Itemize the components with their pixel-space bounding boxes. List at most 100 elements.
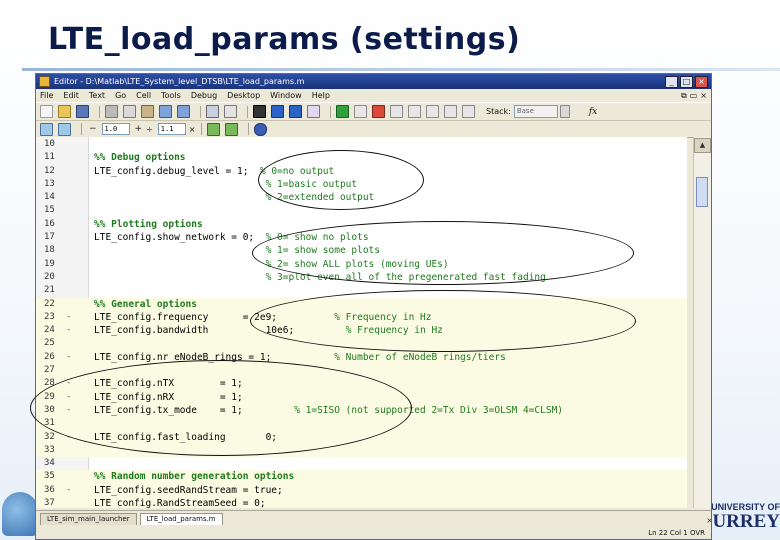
doc-close-icon[interactable]: ×: [700, 91, 707, 101]
redo-icon[interactable]: [177, 105, 190, 118]
cell-mode-icon[interactable]: [40, 122, 53, 136]
breakpoint-marker[interactable]: -: [66, 324, 71, 337]
code-line[interactable]: 21: [36, 284, 687, 297]
code-line[interactable]: 10: [36, 138, 687, 151]
go-forward-icon[interactable]: [271, 105, 284, 118]
line-number: 22: [44, 298, 55, 309]
breakpoint-marker[interactable]: -: [66, 431, 71, 444]
function-browser-label[interactable]: fx: [589, 107, 597, 117]
menu-cell[interactable]: Cell: [136, 91, 151, 100]
code-line[interactable]: 18 % 1= show some plots: [36, 244, 687, 257]
code-line[interactable]: 34: [36, 457, 687, 470]
function-browser-icon[interactable]: [307, 105, 320, 118]
code-comment: % 2=extended output: [265, 192, 375, 204]
go-back-icon[interactable]: [253, 105, 266, 118]
maximize-button[interactable]: □: [680, 75, 693, 88]
goto-icon[interactable]: [289, 105, 302, 118]
code-line[interactable]: 35 %% Random number generation options: [36, 470, 687, 484]
code-line[interactable]: 37 LTE_config.RandStreamSeed = 0;: [36, 497, 687, 508]
increment-value-field[interactable]: 1.1: [157, 123, 186, 135]
code-line[interactable]: 26- LTE_config.nr_eNodeB_rings = 1; % Num…: [36, 350, 687, 365]
undock-icon[interactable]: ⧉: [681, 91, 687, 101]
menu-file[interactable]: File: [40, 91, 53, 100]
breakpoint-marker[interactable]: -: [66, 377, 71, 390]
menu-go[interactable]: Go: [115, 91, 126, 100]
line-number: 12: [44, 165, 55, 176]
breakpoint-marker[interactable]: -: [66, 311, 71, 324]
breakpoint-marker[interactable]: -: [66, 351, 71, 364]
tab-lte-sim-main-launcher[interactable]: LTE_sim_main_launcher: [40, 513, 137, 525]
tab-lte-load-params[interactable]: LTE_load_params.m: [139, 513, 223, 525]
evaluate-cell-icon[interactable]: [206, 122, 220, 136]
step-in-icon[interactable]: [408, 105, 421, 118]
multiply-button[interactable]: ×: [189, 125, 196, 134]
breakpoint-marker[interactable]: -: [66, 404, 71, 417]
code-line[interactable]: 13 % 1=basic output: [36, 178, 687, 191]
breakpoint-marker[interactable]: -: [66, 484, 71, 497]
menu-text[interactable]: Text: [89, 91, 105, 100]
breakpoint-marker[interactable]: -: [66, 391, 71, 404]
code-line[interactable]: 24- LTE_config.bandwidth 10e6; % Frequenc…: [36, 324, 687, 338]
step-out-icon[interactable]: [426, 105, 439, 118]
scroll-up-icon[interactable]: ▲: [694, 138, 711, 153]
cut-icon[interactable]: [105, 105, 118, 118]
stack-dropdown-icon[interactable]: [559, 105, 570, 118]
code-line[interactable]: 14 % 2=extended output: [36, 191, 687, 204]
help-icon[interactable]: [253, 122, 267, 136]
menu-edit[interactable]: Edit: [63, 91, 79, 100]
scroll-thumb[interactable]: [696, 177, 708, 207]
code-line[interactable]: 15: [36, 204, 687, 217]
undo-icon[interactable]: [159, 105, 172, 118]
set-breakpoint-icon[interactable]: [354, 105, 367, 118]
code-line[interactable]: 30- LTE_config.tx_mode = 1; % 1=SISO (not…: [36, 403, 687, 418]
divide-button[interactable]: ÷: [146, 125, 153, 134]
step-icon[interactable]: [390, 105, 403, 118]
code-line[interactable]: 17 LTE_config.show_network = 0; % 0= show…: [36, 231, 687, 244]
code-line[interactable]: 25: [36, 337, 687, 351]
save-icon[interactable]: [76, 105, 89, 118]
paste-icon[interactable]: [141, 105, 154, 118]
doc-maximize-icon[interactable]: ▭: [690, 91, 698, 101]
code-comment: % 1= show some plots: [265, 245, 380, 257]
menu-debug[interactable]: Debug: [191, 91, 217, 100]
code-editor[interactable]: 10 11 %% Debug options 12 LTE_config.debug_l…: [36, 137, 687, 508]
minimize-button[interactable]: _: [665, 75, 678, 88]
evaluate-advance-icon[interactable]: [224, 122, 238, 136]
code-line[interactable]: 29- LTE_config.nRX = 1;: [36, 390, 687, 404]
code-line[interactable]: 23- LTE_config.frequency = 2e9; % Frequen…: [36, 310, 687, 325]
code-line[interactable]: 28- LTE_config.nTX = 1;: [36, 377, 687, 391]
menu-desktop[interactable]: Desktop: [227, 91, 260, 100]
code-line[interactable]: 12 LTE_config.debug_level = 1; % 0=no out…: [36, 165, 687, 178]
code-line[interactable]: 16 %% Plotting options: [36, 218, 687, 231]
vertical-scrollbar[interactable]: ▲: [693, 137, 711, 508]
code-line[interactable]: 20 % 3=plot even all of the pregenerated…: [36, 271, 687, 284]
code-line[interactable]: 11 %% Debug options: [36, 151, 687, 164]
menu-tools[interactable]: Tools: [161, 91, 181, 100]
code-line[interactable]: 19 % 2= show ALL plots (moving UEs): [36, 258, 687, 271]
continue-icon[interactable]: [444, 105, 457, 118]
find-icon[interactable]: [224, 105, 237, 118]
code-line[interactable]: 36- LTE_config.seedRandStream = true;: [36, 483, 687, 498]
open-folder-icon[interactable]: [58, 105, 71, 118]
code-line[interactable]: 22 %% General options: [36, 297, 687, 311]
menu-window[interactable]: Window: [270, 91, 302, 100]
exit-debug-icon[interactable]: [462, 105, 475, 118]
decrement-button[interactable]: −: [89, 124, 97, 134]
close-tab-icon[interactable]: ×: [706, 516, 711, 525]
cell-eval-icon[interactable]: [58, 122, 71, 136]
run-icon[interactable]: [336, 105, 349, 118]
code-line[interactable]: 31: [36, 417, 687, 431]
decrement-value-field[interactable]: 1.0: [101, 123, 130, 135]
stack-select[interactable]: Base: [513, 105, 558, 118]
new-file-icon[interactable]: [40, 105, 53, 118]
code-line[interactable]: 33: [36, 443, 687, 458]
print-icon[interactable]: [206, 105, 219, 118]
code-line[interactable]: 27: [36, 364, 687, 378]
close-button[interactable]: ×: [695, 75, 708, 88]
clear-breakpoints-icon[interactable]: [372, 105, 385, 118]
code-line[interactable]: 32- LTE_config.fast_loading 0;: [36, 430, 687, 444]
window-titlebar[interactable]: Editor - D:\Matlab\LTE_System_level_DTSB…: [36, 74, 711, 89]
copy-icon[interactable]: [123, 105, 136, 118]
menu-help[interactable]: Help: [312, 91, 330, 100]
increment-button[interactable]: +: [135, 124, 143, 134]
